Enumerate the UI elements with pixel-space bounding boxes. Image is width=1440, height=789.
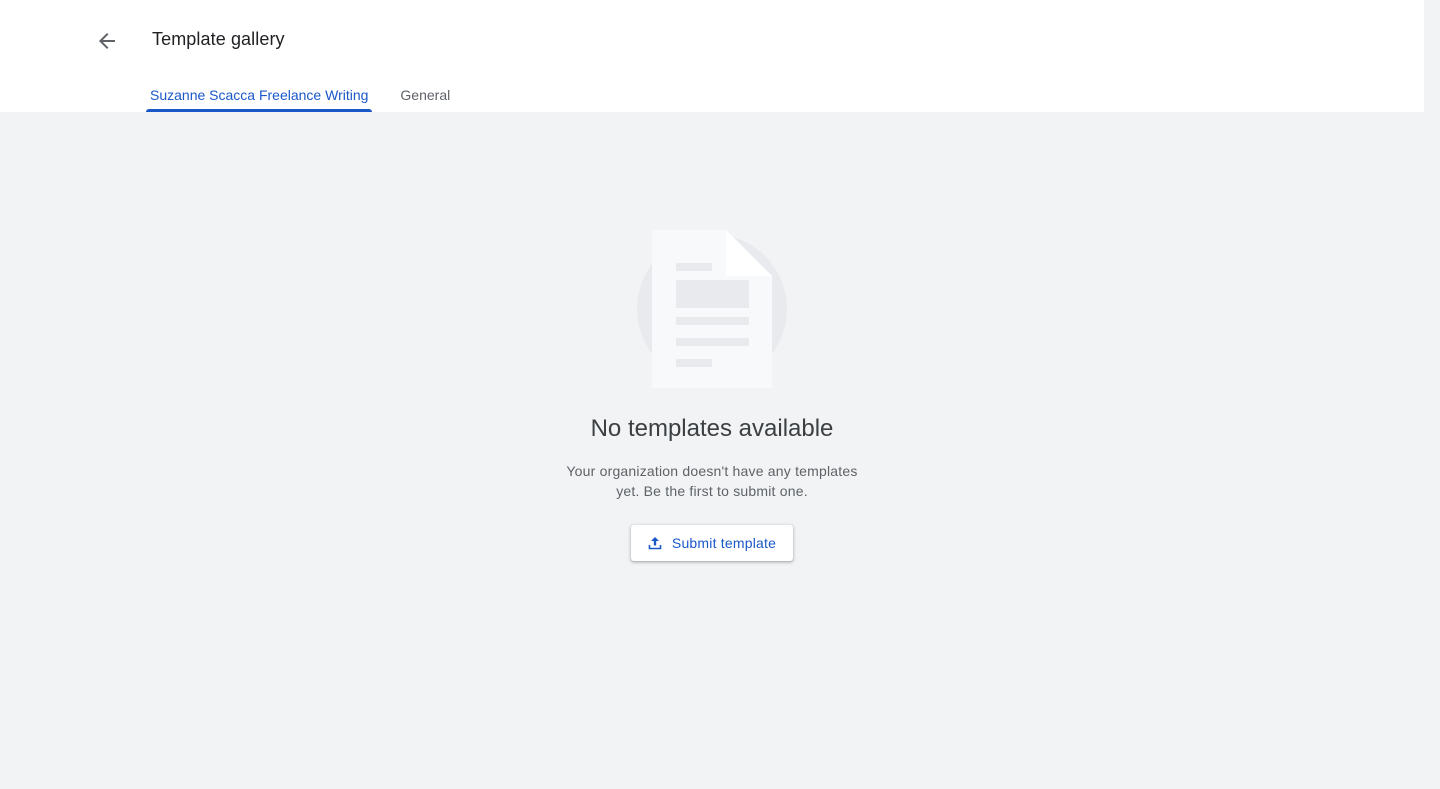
template-gallery-page: Template gallery Suzanne Scacca Freelanc… — [0, 0, 1440, 789]
tab-general[interactable]: General — [396, 80, 454, 112]
upload-icon — [648, 537, 662, 550]
submit-template-button[interactable]: Submit template — [631, 525, 793, 561]
back-button[interactable] — [87, 21, 127, 61]
empty-state: No templates available Your organization… — [0, 112, 1424, 789]
arrow-left-icon — [99, 33, 115, 49]
tab-organization[interactable]: Suzanne Scacca Freelance Writing — [146, 80, 373, 112]
tab-label: General — [400, 87, 451, 103]
tab-label: Suzanne Scacca Freelance Writing — [150, 87, 369, 103]
header: Template gallery Suzanne Scacca Freelanc… — [0, 0, 1424, 112]
empty-state-description: Your organization doesn't have any templ… — [566, 463, 858, 499]
empty-state-title: No templates available — [590, 415, 834, 442]
document-icon — [637, 230, 787, 388]
submit-template-label: Submit template — [671, 535, 777, 551]
scrollbar[interactable] — [1424, 0, 1440, 789]
page-title: Template gallery — [152, 29, 285, 49]
tab-bar: Suzanne Scacca Freelance Writing General — [146, 80, 454, 112]
